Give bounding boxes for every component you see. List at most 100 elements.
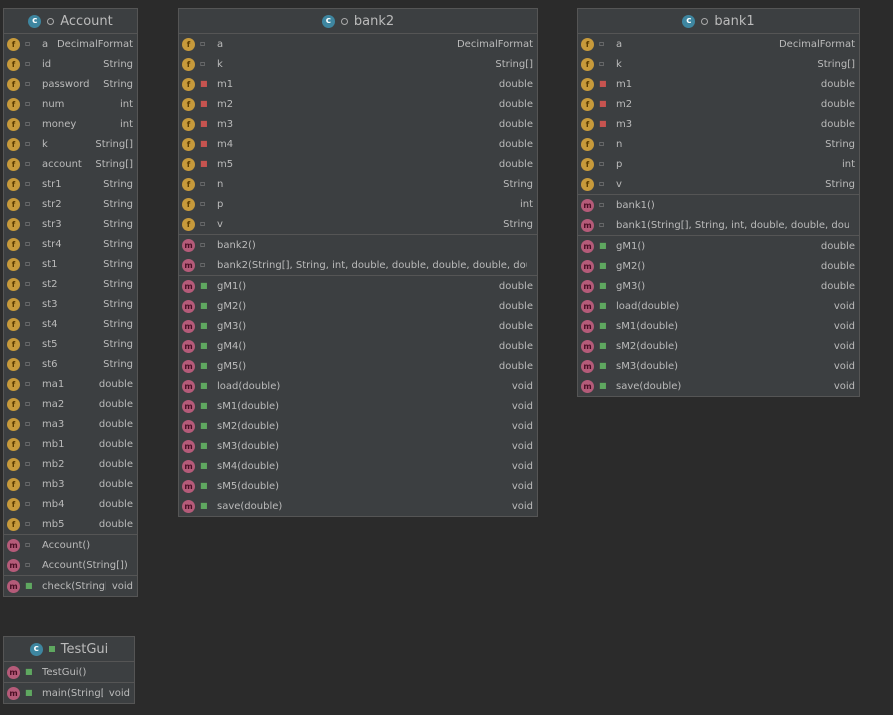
class-header[interactable]: c bank2 bbox=[179, 9, 537, 34]
method-icon: m bbox=[182, 319, 195, 333]
constructors-section: m ■ TestGui() bbox=[4, 662, 134, 682]
method-row[interactable]: m ■ gM2() double bbox=[179, 296, 537, 316]
method-row[interactable]: m ■ gM4() double bbox=[179, 336, 537, 356]
field-row[interactable]: f ▫ p int bbox=[179, 194, 537, 214]
field-row[interactable]: f ▫ a DecimalFormat bbox=[179, 34, 537, 54]
field-row[interactable]: f ▫ num int bbox=[4, 94, 137, 114]
field-row[interactable]: f ▫ str1 String bbox=[4, 174, 137, 194]
method-row[interactable]: m ■ sM1(double) void bbox=[179, 396, 537, 416]
field-row[interactable]: f ▫ ma3 double bbox=[4, 414, 137, 434]
class-node-bank1[interactable]: c bank1 f ▫ a DecimalFormat f ▫ k String[] f ■ m1 dou… bbox=[577, 8, 860, 397]
public-visibility-icon: ■ bbox=[200, 421, 208, 430]
method-row[interactable]: m ■ gM3() double bbox=[179, 316, 537, 336]
field-row[interactable]: f ■ m1 double bbox=[578, 74, 859, 94]
field-row[interactable]: f ▫ mb3 double bbox=[4, 474, 137, 494]
method-row[interactable]: m ▫ bank1(String[], String, int, double, d… bbox=[578, 215, 859, 235]
field-row[interactable]: f ■ m1 double bbox=[179, 74, 537, 94]
member-name: gM5() bbox=[217, 360, 247, 372]
class-node-testgui[interactable]: c TestGui m ■ TestGui() m ■ main(String[]) void bbox=[3, 636, 135, 704]
field-row[interactable]: f ▫ st1 String bbox=[4, 254, 137, 274]
field-row[interactable]: f ■ m3 double bbox=[578, 114, 859, 134]
method-row[interactable]: m ■ sM4(double) void bbox=[179, 456, 537, 476]
method-row[interactable]: m ■ gM1() double bbox=[578, 236, 859, 256]
method-row[interactable]: m ■ sM3(double) void bbox=[179, 436, 537, 456]
field-row[interactable]: f ■ m4 double bbox=[179, 134, 537, 154]
method-row[interactable]: m ■ gM3() double bbox=[578, 276, 859, 296]
method-row[interactable]: m ■ TestGui() bbox=[4, 662, 134, 682]
member-type: double bbox=[820, 280, 855, 292]
field-row[interactable]: f ▫ a DecimalFormat bbox=[578, 34, 859, 54]
field-row[interactable]: f ▫ mb4 double bbox=[4, 494, 137, 514]
method-row[interactable]: m ■ load(double) void bbox=[179, 376, 537, 396]
field-row[interactable]: f ▫ k String[] bbox=[4, 134, 137, 154]
member-name: m4 bbox=[217, 138, 234, 150]
field-row[interactable]: f ▫ st4 String bbox=[4, 314, 137, 334]
method-row[interactable]: m ■ sM3(double) void bbox=[578, 356, 859, 376]
class-header[interactable]: c TestGui bbox=[4, 637, 134, 662]
field-row[interactable]: f ■ m2 double bbox=[578, 94, 859, 114]
public-visibility-icon: ■ bbox=[25, 581, 33, 590]
field-icon: f bbox=[7, 297, 20, 311]
method-row[interactable]: m ■ sM5(double) void bbox=[179, 476, 537, 496]
field-row[interactable]: f ▫ n String bbox=[179, 174, 537, 194]
method-row[interactable]: m ■ gM5() double bbox=[179, 356, 537, 376]
method-row[interactable]: m ▫ bank1() bbox=[578, 195, 859, 215]
field-row[interactable]: f ▫ ma2 double bbox=[4, 394, 137, 414]
method-row[interactable]: m ■ save(double) void bbox=[578, 376, 859, 396]
field-row[interactable]: f ■ m2 double bbox=[179, 94, 537, 114]
field-row[interactable]: f ▫ id String bbox=[4, 54, 137, 74]
field-row[interactable]: f ▫ k String[] bbox=[578, 54, 859, 74]
field-row[interactable]: f ■ m3 double bbox=[179, 114, 537, 134]
field-row[interactable]: f ▫ st3 String bbox=[4, 294, 137, 314]
field-row[interactable]: f ▫ mb5 double bbox=[4, 514, 137, 534]
field-row[interactable]: f ▫ st2 String bbox=[4, 274, 137, 294]
field-row[interactable]: f ▫ mb1 double bbox=[4, 434, 137, 454]
class-header[interactable]: c Account bbox=[4, 9, 137, 34]
field-row[interactable]: f ▫ password String bbox=[4, 74, 137, 94]
field-row[interactable]: f ▫ v String bbox=[578, 174, 859, 194]
method-row[interactable]: m ▫ bank2(String[], String, int, double, d… bbox=[179, 255, 537, 275]
field-row[interactable]: f ▫ str4 String bbox=[4, 234, 137, 254]
class-header[interactable]: c bank1 bbox=[578, 9, 859, 34]
member-name: Account(String[]) bbox=[42, 559, 127, 571]
field-row[interactable]: f ▫ str2 String bbox=[4, 194, 137, 214]
method-row[interactable]: m ■ check(String[]) void bbox=[4, 576, 137, 596]
field-row[interactable]: f ▫ st6 String bbox=[4, 354, 137, 374]
method-row[interactable]: m ■ sM2(double) void bbox=[179, 416, 537, 436]
field-row[interactable]: f ■ m5 double bbox=[179, 154, 537, 174]
field-row[interactable]: f ▫ v String bbox=[179, 214, 537, 234]
method-row[interactable]: m ▫ Account() bbox=[4, 535, 137, 555]
field-row[interactable]: f ▫ k String[] bbox=[179, 54, 537, 74]
member-name: sM5(double) bbox=[217, 480, 280, 492]
member-type: double bbox=[98, 478, 133, 490]
public-visibility-icon: ■ bbox=[200, 301, 208, 310]
class-node-bank2[interactable]: c bank2 f ▫ a DecimalFormat f ▫ k String[] f ■ m1 dou… bbox=[178, 8, 538, 517]
field-row[interactable]: f ▫ a DecimalFormat bbox=[4, 34, 137, 54]
method-row[interactable]: m ■ gM2() double bbox=[578, 256, 859, 276]
member-type: DecimalFormat bbox=[56, 38, 133, 50]
method-row[interactable]: m ■ sM2(double) void bbox=[578, 336, 859, 356]
class-node-account[interactable]: c Account f ▫ a DecimalFormat f ▫ id String f ▫ pass… bbox=[3, 8, 138, 597]
field-icon: f bbox=[7, 277, 20, 291]
public-visibility-icon: ■ bbox=[200, 361, 208, 370]
field-row[interactable]: f ▫ str3 String bbox=[4, 214, 137, 234]
method-row[interactable]: m ▫ bank2() bbox=[179, 235, 537, 255]
member-type: double bbox=[498, 340, 533, 352]
member-type: String bbox=[103, 278, 133, 290]
method-row[interactable]: m ■ save(double) void bbox=[179, 496, 537, 516]
method-row[interactable]: m ■ load(double) void bbox=[578, 296, 859, 316]
field-row[interactable]: f ▫ st5 String bbox=[4, 334, 137, 354]
field-row[interactable]: f ▫ account String[] bbox=[4, 154, 137, 174]
member-name: sM2(double) bbox=[616, 340, 679, 352]
field-row[interactable]: f ▫ money int bbox=[4, 114, 137, 134]
method-icon: m bbox=[182, 459, 195, 473]
method-row[interactable]: m ▫ Account(String[]) bbox=[4, 555, 137, 575]
field-row[interactable]: f ▫ ma1 double bbox=[4, 374, 137, 394]
field-row[interactable]: f ▫ mb2 double bbox=[4, 454, 137, 474]
method-row[interactable]: m ■ main(String[]) void bbox=[4, 683, 134, 703]
field-row[interactable]: f ▫ p int bbox=[578, 154, 859, 174]
method-row[interactable]: m ■ gM1() double bbox=[179, 276, 537, 296]
field-row[interactable]: f ▫ n String bbox=[578, 134, 859, 154]
member-name: mb1 bbox=[42, 438, 65, 450]
method-row[interactable]: m ■ sM1(double) void bbox=[578, 316, 859, 336]
